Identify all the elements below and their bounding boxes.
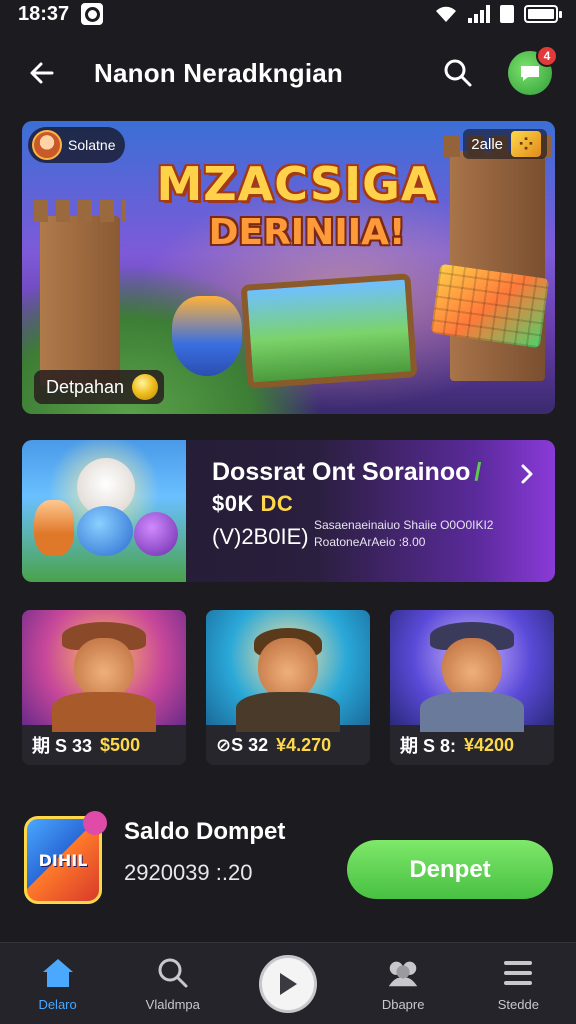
- wallet-app-icon: DIHIL: [24, 811, 107, 904]
- puzzle-board-art: [430, 263, 550, 349]
- hero-character-art: [172, 296, 242, 376]
- card-code: 期 S 8:: [400, 736, 457, 756]
- search-icon: [444, 59, 472, 87]
- avatar: [32, 130, 62, 160]
- profile-avatar-button[interactable]: 4: [508, 45, 558, 95]
- character-card[interactable]: 期 S 8: ¥4200: [390, 610, 554, 765]
- nav-item-menu[interactable]: Stedde: [468, 943, 568, 1024]
- promo-amount-prefix: $0K: [212, 491, 254, 516]
- hero-game-chip[interactable]: 2alle: [463, 129, 547, 159]
- search-button[interactable]: [438, 53, 478, 93]
- deposit-button[interactable]: Denpet: [347, 840, 553, 899]
- card-price-row: ⊘S 32 ¥4.270: [206, 725, 370, 765]
- chat-icon: [521, 66, 539, 81]
- card-code: ⊘S 32: [216, 734, 269, 755]
- signal-icon: [468, 5, 490, 23]
- nav-item-search[interactable]: Vlaldmpa: [123, 943, 223, 1024]
- play-icon: [279, 972, 297, 995]
- promo-detail-line-2: RoatoneArAeio :8.00: [314, 535, 426, 549]
- status-right: [434, 5, 562, 23]
- search-icon: [155, 955, 191, 991]
- hero-subtitle: DERINIIA!: [208, 212, 406, 253]
- promo-bubble-purple: [134, 512, 178, 556]
- card-price: ¥4.270: [276, 734, 332, 755]
- wallet-icon-text: DIHIL: [38, 850, 88, 870]
- character-head-art: [258, 638, 318, 700]
- promo-amount-accent: DC: [260, 491, 294, 516]
- notification-app-icon: [81, 3, 104, 25]
- castle-tower-left: [34, 200, 126, 386]
- menu-icon: [500, 955, 536, 991]
- promo-bubble-blue: [77, 506, 133, 556]
- bottom-nav: Delaro Vlaldmpa Dbapre Stedde: [0, 942, 576, 1024]
- battery-icon: [524, 5, 562, 23]
- home-icon: [40, 955, 76, 991]
- play-button[interactable]: [258, 954, 317, 1013]
- character-card[interactable]: 期 S 33 $500: [22, 610, 186, 765]
- character-head-art: [74, 638, 134, 700]
- character-art: [22, 610, 186, 732]
- users-icon: [385, 955, 421, 991]
- nav-item-play[interactable]: [238, 943, 338, 1024]
- card-price: $500: [100, 734, 141, 755]
- wallet-section: DIHIL Saldo Dompet 2920039 :.20 Denpet: [0, 800, 576, 940]
- card-price: ¥4200: [464, 734, 515, 755]
- nav-label: Vlaldmpa: [145, 997, 200, 1012]
- character-head-art: [442, 638, 502, 700]
- page-title: Nanon Neradkngian: [94, 57, 343, 88]
- card-code: 期 S 33: [32, 736, 93, 756]
- status-bar: 18:37: [0, 0, 576, 28]
- nav-label: Dbapre: [381, 997, 425, 1012]
- promo-code: (V)2B0IE): [212, 524, 309, 549]
- app-header: Nanon Neradkngian 4: [0, 40, 576, 106]
- hero-user-chip[interactable]: Solatne: [28, 127, 126, 163]
- hero-cta-label: Detpahan: [46, 376, 125, 397]
- hero-game-chip-label: 2alle: [471, 135, 503, 153]
- game-dice-icon: [511, 131, 541, 157]
- hero-banner[interactable]: MZACSIGA DERINIIA! Solatne 2alle Detpaha…: [22, 121, 555, 414]
- card-price-row: 期 S 8: ¥4200: [390, 725, 554, 765]
- wifi-icon: [436, 6, 456, 22]
- arrow-left-icon: [30, 62, 54, 84]
- promo-amount: $0K DC: [212, 491, 293, 517]
- promo-title-text: Dossrat Ont Sorainoo: [212, 458, 471, 486]
- promo-detail-line-1: Sasaenaeinaiuo Shaiie O0O0IKI2: [314, 518, 494, 532]
- promo-card[interactable]: Dossrat Ont Sorainoo / $0K DC (V)2B0IE) S…: [22, 440, 555, 582]
- nav-label: Stedde: [497, 997, 539, 1012]
- status-time: 18:37: [18, 2, 70, 25]
- promo-art: [22, 440, 186, 582]
- promo-details: Sasaenaeinaiuo Shaiie O0O0IKI2 RoatoneAr…: [314, 517, 493, 551]
- character-art: [206, 610, 370, 732]
- hero-cta-button[interactable]: Detpahan: [34, 370, 165, 404]
- coin-icon: [132, 374, 159, 400]
- character-card[interactable]: ⊘S 32 ¥4.270: [206, 610, 370, 765]
- promo-title: Dossrat Ont Sorainoo /: [212, 458, 481, 487]
- nav-label: Delaro: [38, 997, 77, 1012]
- game-board-art: [240, 273, 418, 389]
- back-button[interactable]: [24, 55, 60, 91]
- hero-title: MZACSIGA: [156, 157, 438, 211]
- status-left: 18:37: [18, 2, 104, 26]
- check-icon: /: [474, 458, 482, 486]
- notification-badge: 4: [536, 45, 558, 67]
- nav-item-home[interactable]: Delaro: [8, 943, 108, 1024]
- wallet-label: Saldo Dompet: [124, 818, 286, 845]
- character-art: [390, 610, 554, 732]
- chevron-right-icon: [521, 464, 533, 484]
- card-price-row: 期 S 33 $500: [22, 725, 186, 765]
- nav-item-social[interactable]: Dbapre: [353, 943, 453, 1024]
- wallet-balance: 2920039 :.20: [124, 860, 253, 885]
- sim-icon: [500, 5, 514, 23]
- promo-kid-art: [34, 500, 74, 556]
- promo-arrow-button[interactable]: [515, 460, 539, 488]
- hero-user-chip-label: Solatne: [68, 137, 116, 153]
